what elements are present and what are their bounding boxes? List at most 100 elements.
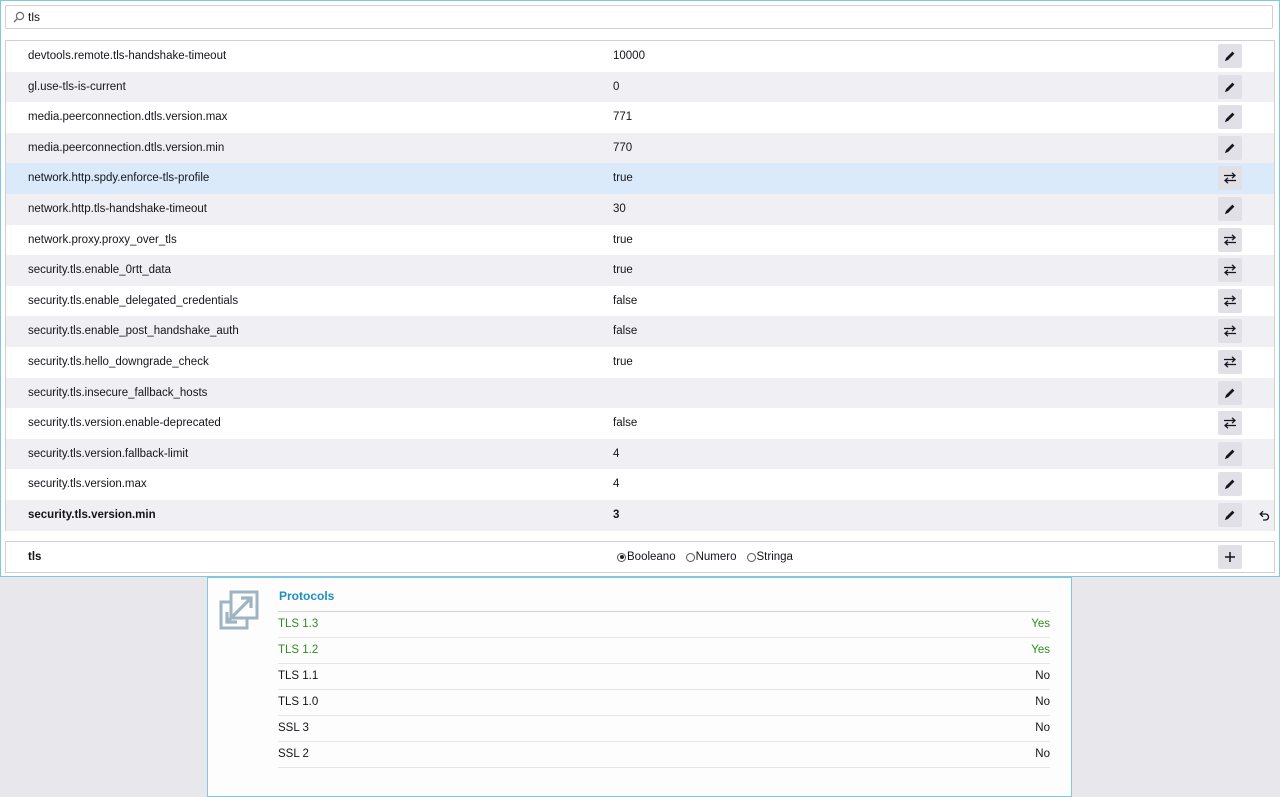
- toggle-button[interactable]: [1218, 349, 1242, 374]
- pencil-icon: [1225, 143, 1235, 153]
- protocol-support-status: No: [1035, 722, 1050, 734]
- toggle-arrows-icon: [1224, 356, 1236, 368]
- preference-name: security.tls.version.min: [28, 508, 156, 521]
- preference-value: true: [613, 264, 633, 277]
- preference-name: gl.use-tls-is-current: [28, 80, 126, 93]
- preference-value: 771: [613, 111, 633, 124]
- preference-row[interactable]: network.http.tls-handshake-timeout 30: [6, 193, 1274, 225]
- radio-label: Numero: [695, 551, 737, 563]
- toggle-arrows-icon: [1224, 172, 1236, 185]
- preference-row[interactable]: security.tls.hello_downgrade_check true: [6, 347, 1274, 378]
- edit-button[interactable]: [1218, 135, 1242, 160]
- search-icon: [13, 11, 25, 23]
- edit-button[interactable]: [1218, 196, 1242, 221]
- preference-row[interactable]: security.tls.insecure_fallback_hosts: [6, 377, 1274, 409]
- undo-icon: [1259, 510, 1270, 521]
- search-input[interactable]: [28, 6, 1258, 28]
- preference-row[interactable]: network.http.spdy.enforce-tls-profile tru…: [6, 163, 1274, 194]
- preference-name: security.tls.insecure_fallback_hosts: [28, 386, 208, 399]
- preference-name: security.tls.enable_delegated_credential…: [28, 294, 239, 307]
- edit-button[interactable]: [1218, 44, 1242, 68]
- toggle-button[interactable]: [1218, 319, 1242, 344]
- preference-row[interactable]: gl.use-tls-is-current 0: [6, 71, 1274, 103]
- preference-row[interactable]: devtools.remote.tls-handshake-timeout 100…: [6, 41, 1274, 72]
- toggle-arrows-icon: [1224, 417, 1236, 429]
- preference-row[interactable]: security.tls.enable_post_handshake_auth f…: [6, 316, 1274, 347]
- toggle-button[interactable]: [1218, 166, 1242, 191]
- add-preference-button[interactable]: [1218, 545, 1242, 569]
- radio-button[interactable]: [685, 552, 695, 562]
- toggle-arrows-icon: [1224, 325, 1236, 338]
- radio-label: Stringa: [756, 551, 793, 563]
- preference-value: 4: [613, 478, 620, 491]
- radio-button[interactable]: [746, 552, 756, 562]
- pencil-icon: [1225, 82, 1235, 92]
- preference-value: 3: [613, 508, 620, 521]
- pencil-icon: [1225, 51, 1235, 61]
- preference-row[interactable]: security.tls.version.max 4: [6, 469, 1274, 500]
- preference-name: network.http.spdy.enforce-tls-profile: [28, 172, 210, 185]
- pencil-icon: [1225, 479, 1235, 490]
- preference-row[interactable]: media.peerconnection.dtls.version.max 771: [6, 102, 1274, 133]
- expand-arrows-icon: [219, 590, 259, 630]
- add-preference-row: tls Booleano Numero Stringa: [5, 541, 1275, 573]
- protocol-row: TLS 1.3 Yes: [278, 612, 1050, 638]
- preference-row[interactable]: network.proxy.proxy_over_tls true: [6, 225, 1274, 256]
- protocol-name: TLS 1.2: [278, 644, 319, 656]
- preference-name: network.http.tls-handshake-timeout: [28, 202, 207, 215]
- preference-value: false: [613, 294, 638, 307]
- toggle-arrows-icon: [1224, 233, 1236, 246]
- edit-button[interactable]: [1218, 105, 1242, 130]
- edit-button[interactable]: [1218, 441, 1242, 466]
- toggle-arrows-icon: [1224, 295, 1236, 307]
- protocol-row: TLS 1.0 No: [278, 690, 1050, 716]
- preference-name: media.peerconnection.dtls.version.max: [28, 111, 228, 124]
- preference-value: true: [613, 233, 633, 246]
- pencil-icon: [1225, 388, 1235, 398]
- preference-value: 10000: [613, 50, 645, 62]
- protocol-name: TLS 1.1: [278, 670, 319, 682]
- preference-row[interactable]: security.tls.enable_delegated_credential…: [6, 286, 1274, 317]
- preference-value: false: [613, 325, 638, 338]
- toggle-button[interactable]: [1218, 227, 1242, 252]
- type-radio-boolean[interactable]: Booleano: [617, 551, 676, 563]
- preference-row[interactable]: media.peerconnection.dtls.version.min 770: [6, 132, 1274, 164]
- preference-row[interactable]: security.tls.version.min 3: [6, 499, 1276, 531]
- toggle-button[interactable]: [1218, 288, 1242, 313]
- toggle-arrows-icon: [1224, 264, 1236, 276]
- preference-value: true: [613, 172, 633, 185]
- protocol-name: TLS 1.0: [278, 696, 319, 708]
- edit-button[interactable]: [1218, 502, 1242, 527]
- preference-value: true: [613, 355, 633, 368]
- reset-button[interactable]: [1252, 503, 1276, 527]
- pencil-icon: [1225, 112, 1235, 123]
- preference-value: 0: [613, 80, 620, 93]
- radio-button[interactable]: [617, 552, 626, 562]
- protocol-row: TLS 1.1 No: [278, 664, 1050, 690]
- edit-button[interactable]: [1218, 472, 1242, 497]
- preference-value: 770: [613, 141, 633, 154]
- preference-name: network.proxy.proxy_over_tls: [28, 233, 177, 246]
- radio-label: Booleano: [627, 551, 676, 563]
- type-radio-number[interactable]: Numero: [685, 551, 737, 563]
- preference-name: media.peerconnection.dtls.version.min: [28, 141, 225, 154]
- preference-name: devtools.remote.tls-handshake-timeout: [28, 50, 227, 62]
- preference-row[interactable]: security.tls.enable_0rtt_data true: [6, 255, 1274, 286]
- preference-name: security.tls.enable_0rtt_data: [28, 264, 171, 277]
- search-box[interactable]: [5, 5, 1273, 29]
- preference-name: security.tls.version.fallback-limit: [28, 447, 189, 460]
- protocol-name: SSL 3: [278, 722, 309, 734]
- toggle-button[interactable]: [1218, 258, 1242, 283]
- edit-button[interactable]: [1218, 74, 1242, 99]
- toggle-button[interactable]: [1218, 411, 1242, 436]
- preferences-table: devtools.remote.tls-handshake-timeout 100…: [5, 40, 1275, 531]
- plus-icon: [1225, 552, 1235, 562]
- preference-name: security.tls.version.max: [28, 478, 147, 491]
- preference-row[interactable]: security.tls.version.fallback-limit 4: [6, 438, 1274, 470]
- edit-button[interactable]: [1218, 380, 1242, 405]
- preference-row[interactable]: security.tls.version.enable-deprecated fa…: [6, 408, 1274, 439]
- type-radio-string[interactable]: Stringa: [746, 551, 793, 563]
- preference-name: security.tls.hello_downgrade_check: [28, 355, 209, 368]
- pencil-icon: [1225, 510, 1235, 520]
- protocol-name: SSL 2: [278, 748, 309, 760]
